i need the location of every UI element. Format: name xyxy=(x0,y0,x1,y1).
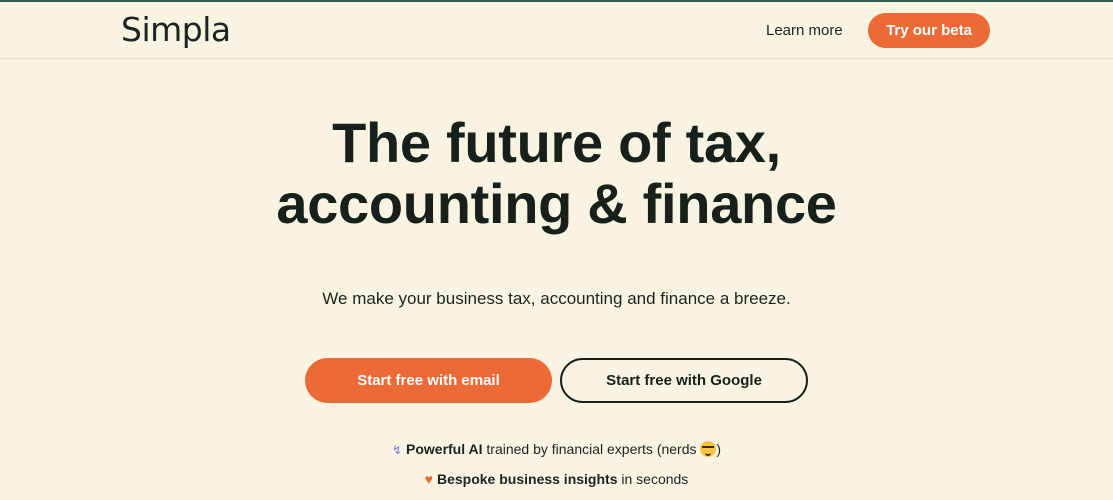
feature-item: ♥ Bespoke business insights in seconds xyxy=(0,471,1113,487)
feature-strong: Powerful AI xyxy=(406,441,483,457)
site-header: Simpla Learn more Try our beta xyxy=(0,2,1113,59)
learn-more-link[interactable]: Learn more xyxy=(766,22,843,39)
hero-title-line-1: The future of tax, xyxy=(332,111,781,174)
try-beta-button[interactable]: Try our beta xyxy=(868,13,990,48)
start-with-google-button[interactable]: Start free with Google xyxy=(560,358,808,403)
bolt-icon: ↯ xyxy=(391,443,402,457)
feature-text-close: ) xyxy=(716,441,722,457)
hero-subtitle: We make your business tax, accounting an… xyxy=(322,289,791,308)
hero-title-line-2: accounting & finance xyxy=(276,172,837,235)
start-with-email-button[interactable]: Start free with email xyxy=(305,358,552,403)
hero-title: The future of tax, accounting & finance xyxy=(0,112,1113,234)
feature-item: ↯ Powerful AI trained by financial expert… xyxy=(0,441,1113,457)
feature-text: in seconds xyxy=(617,471,689,487)
feature-text: trained by financial experts (nerds xyxy=(482,441,701,457)
feature-strong: Bespoke business insights xyxy=(436,471,618,487)
nerd-face-icon xyxy=(700,441,717,457)
logo[interactable]: Simpla xyxy=(121,10,231,49)
heart-icon: ♥ xyxy=(424,471,433,487)
